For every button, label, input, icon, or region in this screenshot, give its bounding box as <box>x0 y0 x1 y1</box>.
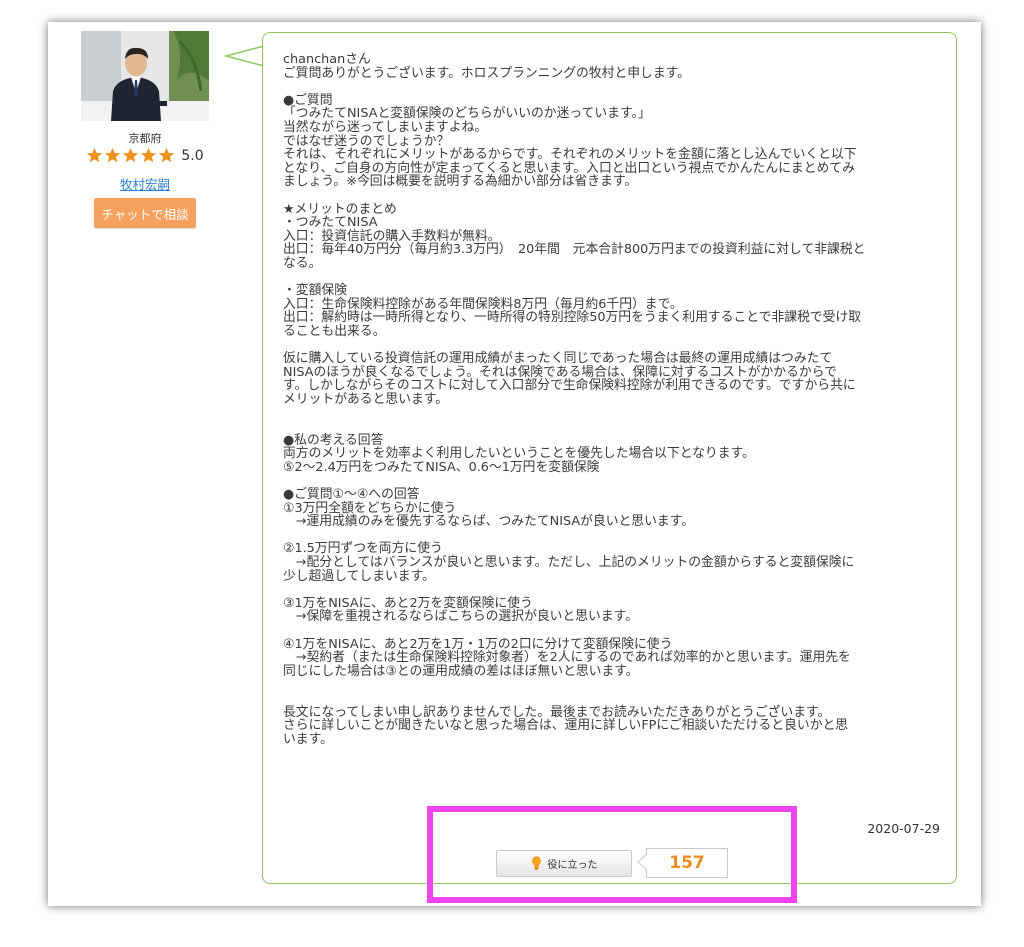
lightbulb-icon <box>531 856 541 870</box>
star-icon <box>123 147 139 163</box>
answer-date: 2020-07-29 <box>867 821 940 836</box>
helpful-button[interactable]: 役に立った <box>496 849 632 877</box>
star-rating: 5.0 <box>80 147 210 164</box>
star-icon <box>159 147 175 163</box>
helpful-count-wrap: 157 <box>637 848 728 878</box>
bubble-tail <box>224 45 265 67</box>
helpful-count: 157 <box>646 848 728 878</box>
count-tail <box>637 854 647 870</box>
helpful-label: 役に立った <box>547 859 598 871</box>
answer-card: 京都府 5.0 牧村宏嗣 チャットで相談 chanchanさん ご質問ありがとう… <box>48 22 981 906</box>
star-icon <box>141 147 157 163</box>
helpful-row: 役に立った 157 <box>496 848 728 878</box>
star-icon <box>105 147 121 163</box>
advisor-name-link[interactable]: 牧村宏嗣 <box>81 174 209 193</box>
advisor-prefecture: 京都府 <box>128 132 162 145</box>
answer-bubble: chanchanさん ご質問ありがとうございます。ホロスプランニングの牧村と申し… <box>262 32 957 884</box>
star-icon <box>87 147 103 163</box>
rating-value: 5.0 <box>181 147 204 164</box>
advisor-photo <box>81 31 209 121</box>
chat-consult-button[interactable]: チャットで相談 <box>94 198 196 228</box>
answer-text: chanchanさん ご質問ありがとうございます。ホロスプランニングの牧村と申し… <box>283 52 866 747</box>
